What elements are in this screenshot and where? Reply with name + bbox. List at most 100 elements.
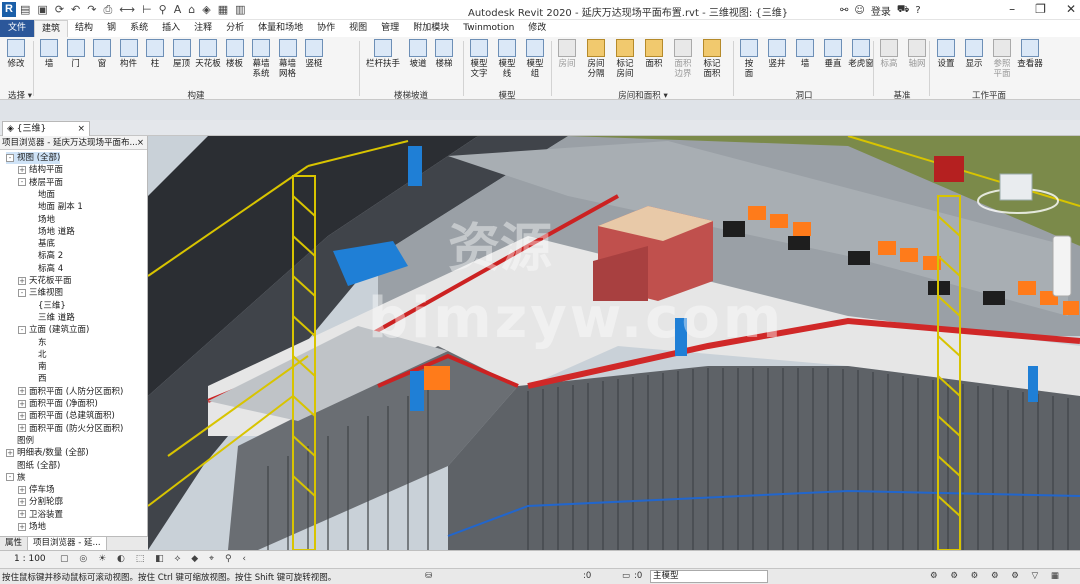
tab-5[interactable]: 插入	[155, 20, 187, 37]
ribbon-button-ribbon-workplane_buttons-2[interactable]: 参照 平面	[988, 39, 1016, 79]
browser-item[interactable]: + 卫浴装置	[18, 509, 63, 521]
sync-icon[interactable]: ⟳	[55, 3, 64, 17]
collapse-icon[interactable]: -	[6, 473, 14, 482]
tab-properties[interactable]: 属性	[0, 537, 29, 550]
collapse-icon[interactable]: -	[6, 153, 14, 162]
browser-item[interactable]: - 视图 (全部)	[6, 152, 61, 164]
browser-item[interactable]: - 三维视图	[18, 287, 63, 299]
ribbon-panel-label-6[interactable]: 基准	[876, 89, 928, 101]
user-icon[interactable]: ☺	[854, 5, 864, 16]
browser-item[interactable]: 基底	[38, 238, 55, 250]
ribbon-button-ribbon-datum_buttons-0[interactable]: 标高	[876, 39, 902, 69]
browser-item[interactable]: 图纸 (全部)	[6, 460, 60, 472]
expand-icon[interactable]: +	[18, 276, 26, 285]
browser-item[interactable]: 地面	[38, 189, 55, 201]
close-view-icon[interactable]: ×	[77, 122, 85, 136]
expand-icon[interactable]: +	[18, 387, 26, 396]
section-icon[interactable]: ◈	[202, 3, 210, 17]
expand-icon[interactable]: +	[18, 522, 26, 531]
ribbon-button-ribbon-workplane_buttons-0[interactable]: 设置	[932, 39, 960, 69]
tab-10[interactable]: 视图	[342, 20, 374, 37]
view-scale[interactable]: 1 : 100	[14, 554, 46, 564]
browser-item[interactable]: 三维 道路	[38, 312, 75, 324]
ribbon-button-ribbon-room_buttons-1[interactable]: 房间 分隔	[583, 39, 609, 79]
save-icon[interactable]: ▣	[37, 3, 47, 17]
browser-close-icon[interactable]: ×	[137, 136, 144, 149]
ribbon-panel-label-4[interactable]: 房间和面积 ▾	[554, 89, 732, 101]
browser-item[interactable]: -族	[6, 472, 26, 484]
expand-icon[interactable]: +	[18, 411, 26, 420]
tab-project-browser[interactable]: 项目浏览器 - 延...	[28, 537, 107, 550]
close-icon[interactable]: ✕	[1066, 2, 1076, 16]
collapse-icon[interactable]: -	[18, 178, 26, 187]
ribbon-button-ribbon-build_buttons-0[interactable]: 墙	[36, 39, 62, 69]
ribbon-button-ribbon-model_buttons-2[interactable]: 模型 组	[522, 39, 548, 79]
ribbon-button-ribbon-opening_buttons-3[interactable]: 垂直	[820, 39, 846, 69]
tab-12[interactable]: 附加模块	[406, 20, 456, 37]
browser-item[interactable]: + 面积平面 (防火分区面积)	[18, 423, 123, 435]
expand-icon[interactable]: +	[18, 399, 26, 408]
switch-window-icon[interactable]: ▥	[235, 3, 245, 17]
browser-item[interactable]: + 分割轮廓	[18, 496, 63, 508]
ribbon-button-ribbon-build_buttons-8[interactable]: 幕墙 系统	[248, 39, 274, 79]
browser-item[interactable]: + 面积平面 (总建筑面积)	[18, 410, 115, 422]
open-icon[interactable]: ▤	[20, 3, 30, 17]
3d-viewport[interactable]: 资源 bimzyw.com	[148, 136, 1080, 550]
selection-filter-icons[interactable]: ⚙ ⚙ ⚙ ⚙ ⚙ ▽ ▦	[930, 571, 1064, 581]
ribbon-button-ribbon-stair_buttons-0[interactable]: 栏杆扶手	[362, 39, 404, 69]
measure-icon[interactable]: ⟷	[119, 3, 135, 17]
browser-item[interactable]: - 立面 (建筑立面)	[18, 324, 89, 336]
tab-3d-view[interactable]: ◈ {三维} ×	[2, 121, 90, 136]
ribbon-button-ribbon-room_buttons-5[interactable]: 标记 面积	[699, 39, 725, 79]
design-options-icon[interactable]: ▭	[622, 571, 630, 581]
tab-4[interactable]: 系统	[123, 20, 155, 37]
dimension-icon[interactable]: ⊢	[142, 3, 152, 17]
ribbon-button-ribbon-build_buttons-4[interactable]: 柱	[142, 39, 168, 69]
browser-item[interactable]: + 结构平面	[18, 164, 63, 176]
ribbon-button-ribbon-model_buttons-1[interactable]: 模型 线	[494, 39, 520, 79]
expand-icon[interactable]: +	[18, 165, 26, 174]
nav-cube-icon[interactable]	[999, 173, 1033, 201]
undo-icon[interactable]: ↶	[71, 3, 80, 17]
tab-1[interactable]: 建筑	[34, 20, 69, 37]
ribbon-button-ribbon-room_buttons-3[interactable]: 面积	[641, 39, 667, 69]
navigation-bar[interactable]	[1052, 235, 1072, 297]
browser-item[interactable]: 标高 2	[38, 250, 63, 262]
browser-item[interactable]: 南	[38, 361, 47, 373]
browser-item[interactable]: 地面 副本 1	[38, 201, 83, 213]
browser-item[interactable]: 北	[38, 349, 47, 361]
ribbon-button-ribbon-build_buttons-6[interactable]: 天花板	[195, 39, 221, 69]
browser-item[interactable]: 图例	[6, 435, 34, 447]
ribbon-panel-label-3[interactable]: 模型	[466, 89, 548, 101]
worksharing-icon[interactable]: ⛁	[425, 571, 432, 581]
binoculars-icon[interactable]: ⚯	[840, 5, 848, 16]
browser-item[interactable]: - 楼层平面	[18, 177, 63, 189]
browser-item[interactable]: 标高 4	[38, 263, 63, 275]
ribbon-button-ribbon-datum_buttons-1[interactable]: 轴网	[904, 39, 930, 69]
tab-7[interactable]: 分析	[219, 20, 251, 37]
browser-item[interactable]: 东	[38, 337, 47, 349]
browser-item[interactable]: + 面积平面 (净面积)	[18, 398, 98, 410]
browser-item[interactable]: + 天花板平面	[18, 275, 72, 287]
tab-14[interactable]: 修改	[521, 20, 553, 37]
ribbon-button-ribbon-build_buttons-10[interactable]: 竖梃	[301, 39, 327, 69]
tab-3[interactable]: 钢	[100, 20, 123, 37]
browser-item[interactable]: + 场地	[18, 521, 46, 533]
ribbon-button-ribbon-stair_buttons-2[interactable]: 楼梯	[432, 39, 456, 69]
tab-2[interactable]: 结构	[68, 20, 100, 37]
browser-item[interactable]: 西	[38, 373, 47, 385]
cart-icon[interactable]: ⛟	[897, 4, 910, 17]
tab-13[interactable]: Twinmotion	[456, 20, 521, 37]
browser-item[interactable]: + 面积平面 (人防分区面积)	[18, 386, 123, 398]
ribbon-button-ribbon-opening_buttons-1[interactable]: 竖井	[764, 39, 790, 69]
tab-11[interactable]: 管理	[374, 20, 406, 37]
print-icon[interactable]: ⎙	[103, 3, 112, 17]
close-hidden-icon[interactable]: ▦	[218, 3, 228, 17]
view-control-icons[interactable]: ▢ ◎ ☀ ◐ ⬚ ◧ ⟡ ◆ ⌖ ⚲ ‹	[60, 554, 250, 564]
ribbon-button-ribbon-build_buttons-2[interactable]: 窗	[89, 39, 115, 69]
restore-icon[interactable]: ❐	[1035, 2, 1046, 16]
ribbon-button-ribbon-opening_buttons-4[interactable]: 老虎窗	[848, 39, 874, 69]
browser-item[interactable]: 场地 道路	[38, 226, 75, 238]
tab-6[interactable]: 注释	[187, 20, 219, 37]
ribbon-panel-label-1[interactable]: 构建	[36, 89, 356, 101]
